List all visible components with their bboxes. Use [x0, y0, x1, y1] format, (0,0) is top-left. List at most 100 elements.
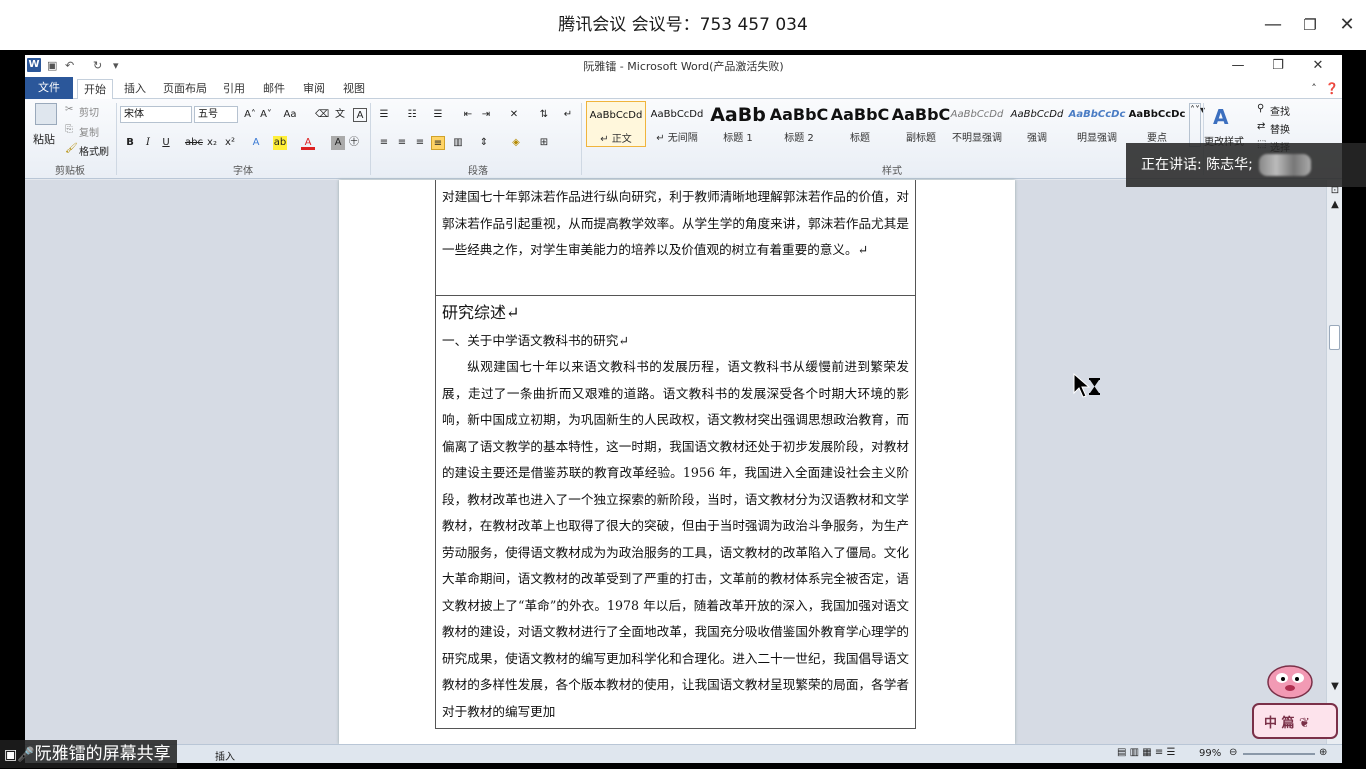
line-spacing-icon[interactable]: ⇕	[477, 136, 491, 150]
decrease-indent-icon[interactable]: ⇤	[461, 108, 475, 122]
style-intense-emphasis[interactable]: AaBbCcDc 明显强调	[1067, 101, 1127, 147]
style-emphasis[interactable]: AaBbCcDd 强调	[1007, 101, 1067, 147]
insert-mode-indicator[interactable]: 插入	[215, 748, 235, 763]
distributed-icon[interactable]: ▥	[451, 136, 465, 150]
borders-icon[interactable]: ⊞	[537, 136, 551, 150]
numbering-icon[interactable]: ☷	[405, 108, 419, 122]
find-button[interactable]: 查找	[1270, 103, 1290, 118]
zoom-in-icon[interactable]: ⊕	[1319, 747, 1327, 758]
style-subtle-emphasis[interactable]: AaBbCcDd 不明显强调	[947, 101, 1007, 147]
font-size-combo[interactable]: 五号	[194, 106, 238, 123]
styles-scroll-icon[interactable]: ˄˅▾	[1189, 103, 1205, 147]
style-preview: AaBbCcDc	[1128, 109, 1186, 120]
style-title[interactable]: AaBbC 标题	[830, 101, 890, 147]
clear-format-icon[interactable]: ⌫	[315, 108, 329, 122]
help-icon[interactable]: ❓	[1325, 79, 1339, 99]
paste-icon[interactable]	[35, 103, 57, 125]
font-name-combo[interactable]: 宋体	[120, 106, 192, 123]
style-strong[interactable]: AaBbCcDc 要点	[1127, 101, 1187, 147]
style-name: 强调	[1027, 133, 1047, 144]
align-left-icon[interactable]: ≡	[377, 136, 391, 150]
busy-cursor-icon	[1073, 373, 1100, 398]
change-styles-icon[interactable]: A	[1213, 105, 1228, 129]
status-bar: 插入 ▤ ▥ ▦ ≡ ☰ 99% ⊖ ⊕	[25, 744, 1342, 763]
shading-icon[interactable]: ◈	[509, 136, 523, 150]
style-name: 标题 2	[784, 133, 814, 144]
tab-view[interactable]: 视图	[337, 79, 371, 99]
tab-review[interactable]: 审阅	[297, 79, 331, 99]
document-page[interactable]: 对建国七十年郭沫若作品进行纵向研究，利于教师清晰地理解郭沫若作品的价值，对郭沫若…	[339, 180, 1015, 744]
font-color-icon[interactable]: A	[301, 136, 315, 150]
replace-icon[interactable]: ⇄	[1257, 121, 1265, 132]
highlight-icon[interactable]: ab	[273, 136, 287, 150]
style-name: ↵ 无间隔	[656, 133, 698, 144]
share-icon: ▣🎤	[4, 747, 35, 763]
superscript-icon[interactable]: x²	[223, 136, 237, 150]
tab-mailings[interactable]: 邮件	[257, 79, 291, 99]
format-painter-button[interactable]: 格式刷	[79, 143, 109, 158]
view-buttons-icon[interactable]: ▤ ▥ ▦ ≡ ☰	[1117, 747, 1175, 758]
change-case-icon[interactable]: Aa	[283, 108, 297, 122]
replace-button[interactable]: 替换	[1270, 121, 1290, 136]
style-subtitle[interactable]: AaBbC 副标题	[891, 101, 951, 147]
char-border-icon[interactable]: A	[353, 108, 367, 122]
align-right-icon[interactable]: ≡	[413, 136, 427, 150]
zoom-out-icon[interactable]: ⊖	[1229, 747, 1237, 758]
style-heading-1[interactable]: AaBb 标题 1	[708, 101, 768, 147]
copy-icon[interactable]: ⎘	[65, 124, 73, 135]
paragraph: 对建国七十年郭沫若作品进行纵向研究，利于教师清晰地理解郭沫若作品的价值，对郭沫若…	[442, 189, 909, 257]
bullets-icon[interactable]: ☰	[377, 108, 391, 122]
tab-references[interactable]: 引用	[217, 79, 251, 99]
show-marks-icon[interactable]: ↵	[561, 108, 575, 122]
style-heading-2[interactable]: AaBbC 标题 2	[769, 101, 829, 147]
format-painter-icon[interactable]: 🖌	[65, 143, 78, 154]
restore-button[interactable]: ❐	[1299, 14, 1321, 36]
cut-button[interactable]: 剪切	[79, 104, 99, 119]
paragraph: 纵观建国七十年以来语文教科书的发展历程，语文教科书从缓慢前进到繁荣发展，走过了一…	[442, 359, 909, 719]
enclose-char-icon[interactable]: ㊉	[347, 136, 361, 150]
tab-home[interactable]: 开始	[77, 79, 113, 100]
strikethrough-icon[interactable]: abc	[185, 136, 203, 150]
style-no-spacing[interactable]: AaBbCcDd ↵ 无间隔	[647, 101, 707, 147]
char-shading-icon[interactable]: A	[331, 136, 345, 150]
sort-icon[interactable]: ⇅	[537, 108, 551, 122]
underline-icon[interactable]: U	[159, 136, 173, 150]
italic-icon[interactable]: I	[141, 136, 155, 150]
word-restore-button[interactable]: ❐	[1268, 57, 1288, 75]
cut-icon[interactable]: ✂	[65, 104, 73, 115]
style-preview: AaBbCcDd	[650, 109, 704, 120]
increase-indent-icon[interactable]: ⇥	[479, 108, 493, 122]
sticker-text: 中 篇 ❦	[1264, 716, 1310, 731]
clipboard-group-label: 剪贴板	[55, 166, 85, 177]
grow-font-icon[interactable]: A˄	[243, 108, 257, 122]
screen-share-label: ▣🎤阮雅镭的屏幕共享	[0, 740, 177, 768]
style-preview: AaBbC	[830, 105, 890, 124]
table-cell[interactable]: 研究综述↵ 一、关于中学语文教科书的研究↵ 纵观建国七十年以来语文教科书的发展历…	[435, 295, 916, 729]
phonetic-guide-icon[interactable]: 文	[333, 108, 347, 122]
zoom-slider[interactable]	[1243, 753, 1315, 755]
find-icon[interactable]: ⚲	[1257, 103, 1264, 114]
chinese-layout-icon[interactable]: ✕	[507, 108, 521, 122]
align-center-icon[interactable]: ≡	[395, 136, 409, 150]
minimize-button[interactable]: —	[1262, 14, 1284, 36]
tab-insert[interactable]: 插入	[117, 79, 153, 99]
scroll-up-icon[interactable]: ▲	[1328, 198, 1342, 212]
style-normal[interactable]: AaBbCcDd ↵ 正文	[586, 101, 646, 147]
multilevel-list-icon[interactable]: ☰	[431, 108, 445, 122]
collapse-ribbon-icon[interactable]: ˄	[1307, 79, 1321, 99]
bold-icon[interactable]: B	[123, 136, 137, 150]
text-effects-icon[interactable]: A	[249, 136, 263, 150]
scroll-thumb[interactable]	[1329, 325, 1340, 350]
shrink-font-icon[interactable]: A˅	[259, 108, 273, 122]
paste-button[interactable]: 粘贴	[33, 131, 55, 147]
table-cell[interactable]: 对建国七十年郭沫若作品进行纵向研究，利于教师清晰地理解郭沫若作品的价值，对郭沫若…	[435, 180, 916, 296]
word-minimize-button[interactable]: —	[1228, 57, 1248, 75]
tab-file[interactable]: 文件	[25, 77, 73, 99]
zoom-level[interactable]: 99%	[1199, 748, 1221, 759]
subscript-icon[interactable]: x₂	[205, 136, 219, 150]
word-close-button[interactable]: ✕	[1308, 57, 1328, 75]
copy-button[interactable]: 复制	[79, 124, 99, 139]
tab-page-layout[interactable]: 页面布局	[159, 79, 211, 99]
close-button[interactable]: ✕	[1336, 14, 1358, 36]
justify-icon[interactable]: ≡	[431, 136, 445, 150]
